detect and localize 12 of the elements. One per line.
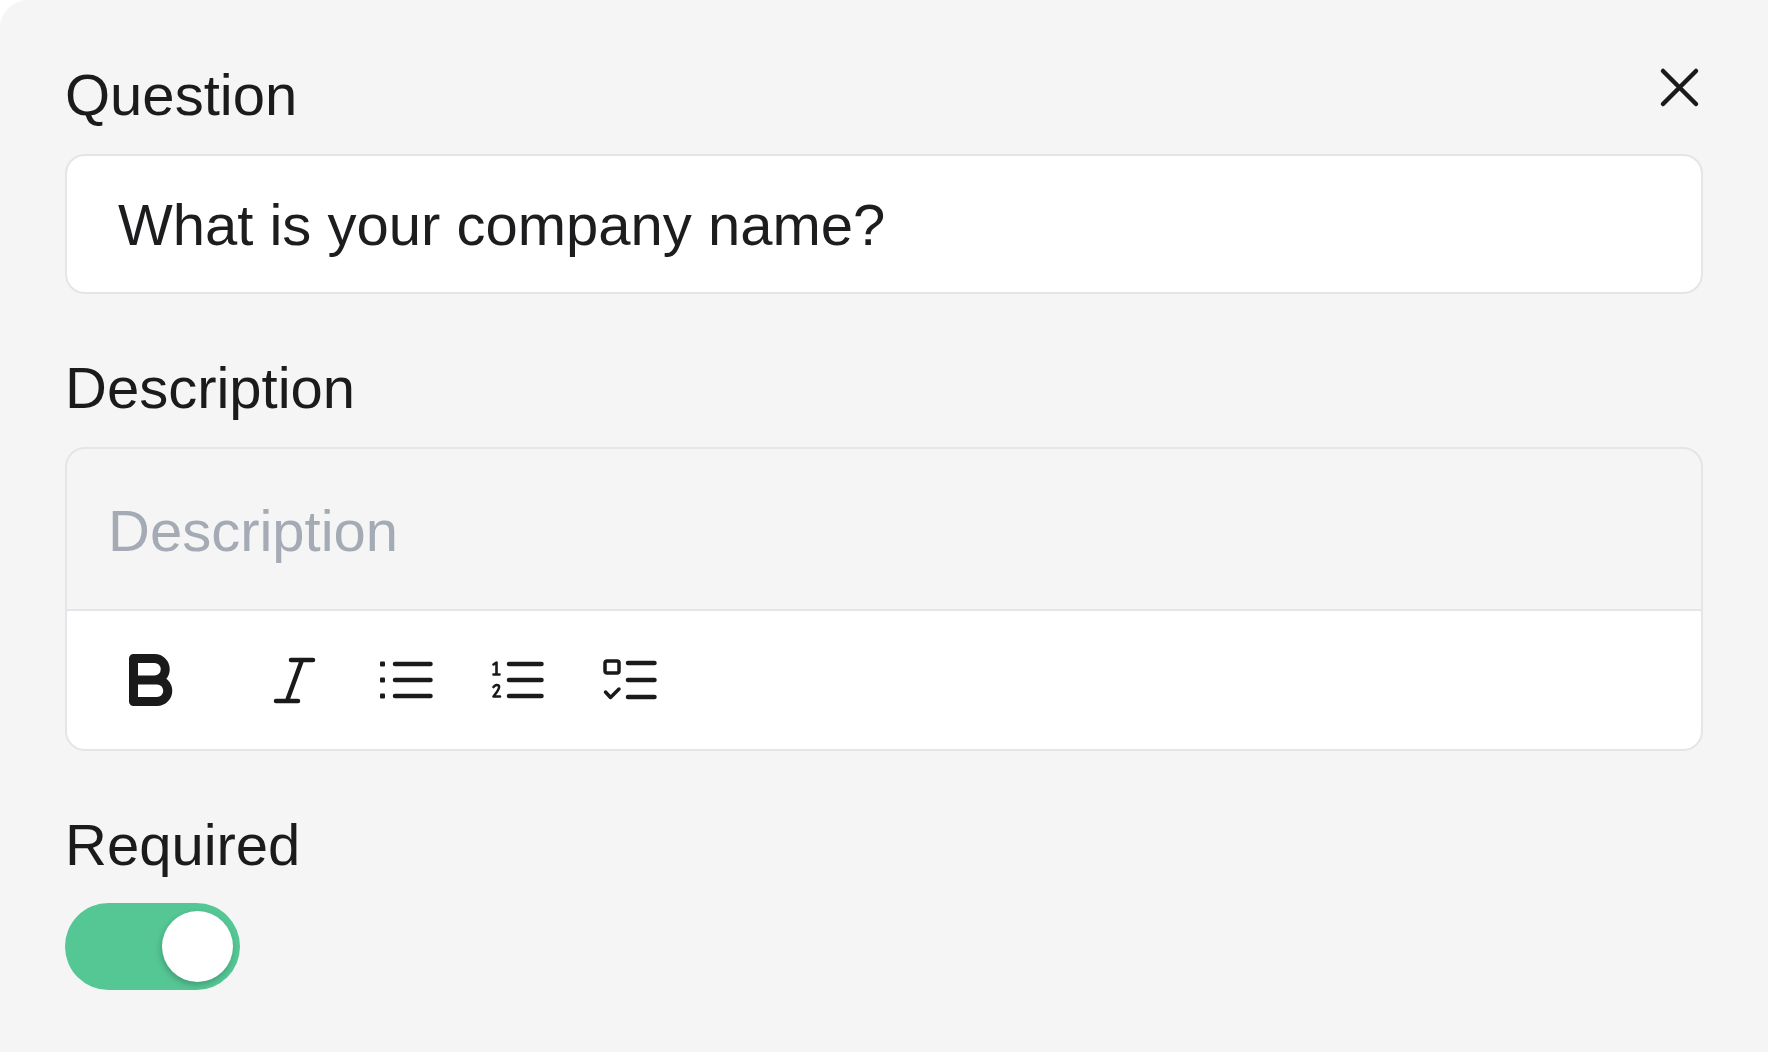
close-icon — [1660, 68, 1699, 107]
checklist-icon — [603, 658, 657, 702]
numbered-list-icon — [492, 661, 544, 699]
field-label: Question — [65, 61, 298, 129]
field-label: Required — [65, 811, 301, 879]
text-area[interactable]: Description — [65, 447, 1703, 611]
bold-icon — [129, 654, 173, 706]
field-label: Description — [65, 354, 356, 422]
italic-icon — [272, 656, 316, 704]
close-button[interactable] — [1660, 68, 1699, 107]
bullet-list-icon — [379, 661, 433, 699]
text-input[interactable]: What is your company name? — [65, 154, 1703, 294]
